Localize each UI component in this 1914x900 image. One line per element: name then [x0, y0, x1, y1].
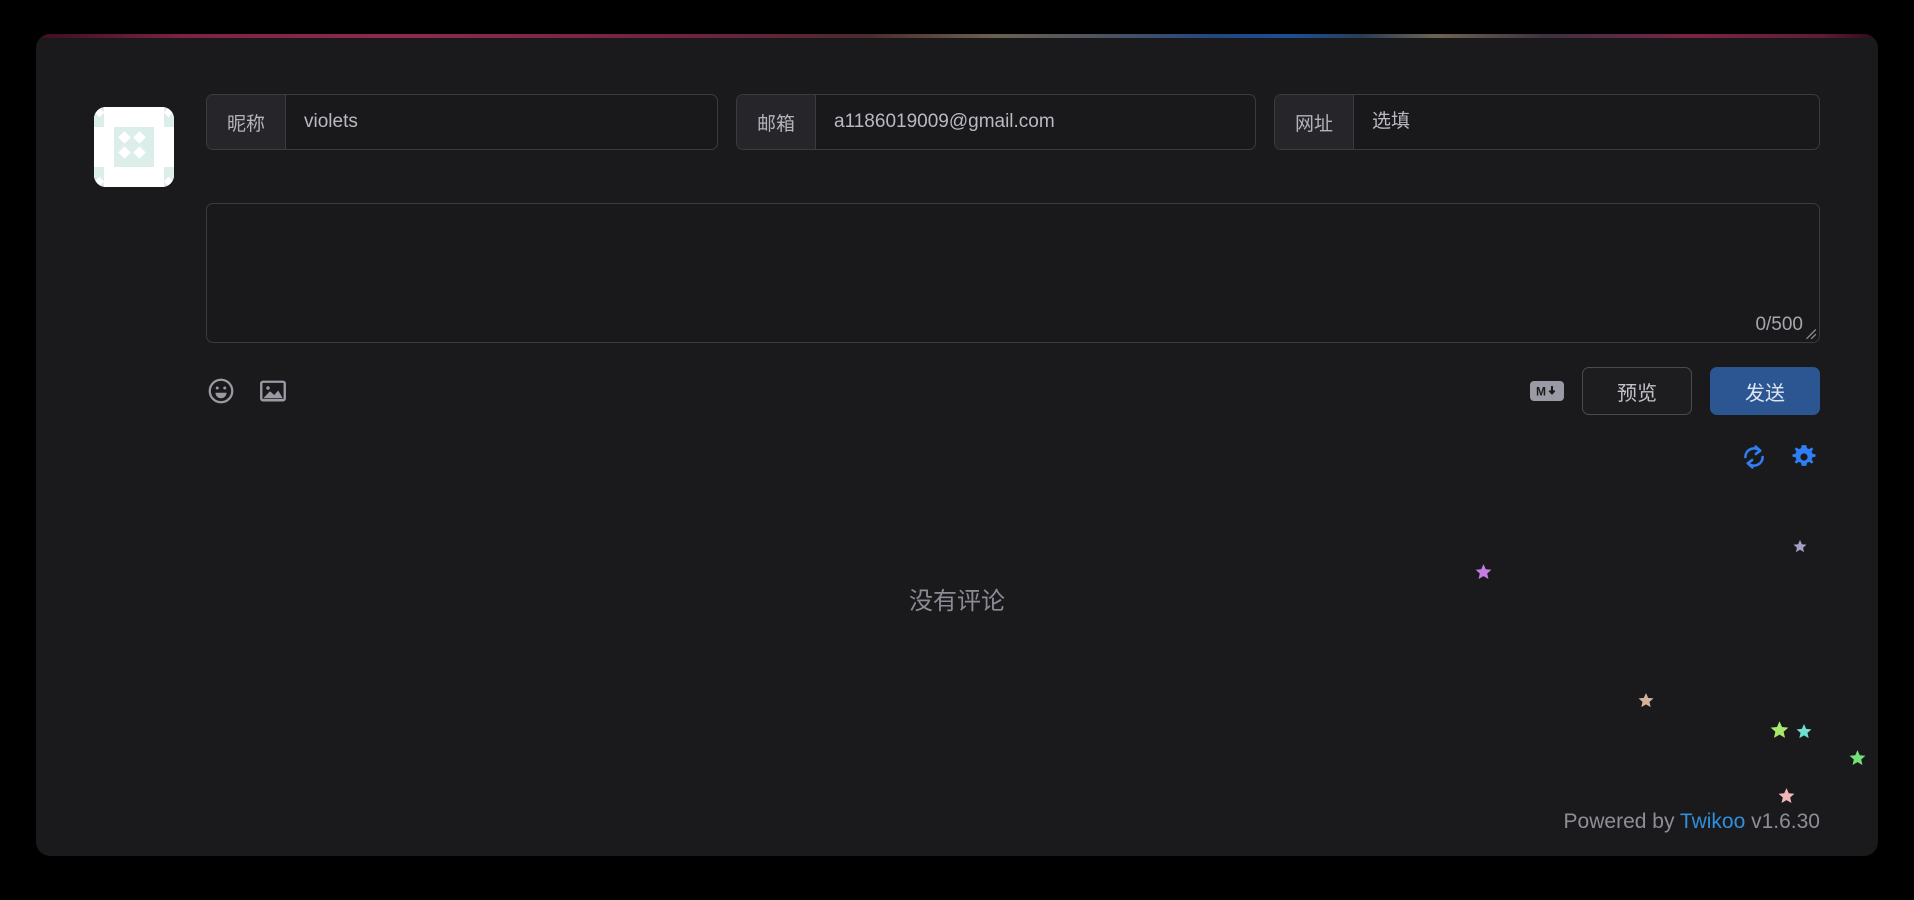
gear-icon	[1792, 445, 1816, 466]
footer-prefix: Powered by	[1563, 810, 1680, 833]
smiley-icon-button[interactable]	[206, 376, 236, 406]
comment-textarea[interactable]	[207, 204, 1819, 342]
smiley-icon	[208, 378, 234, 404]
submit-button[interactable]: 发送	[1710, 367, 1820, 415]
meta-fields: 昵称 邮箱 网址	[206, 94, 1820, 150]
image-icon	[260, 380, 286, 402]
settings-icon-button[interactable]	[1790, 443, 1818, 471]
url-field[interactable]: 网址	[1274, 94, 1820, 150]
url-label: 网址	[1275, 95, 1355, 149]
refresh-icon	[1744, 445, 1764, 469]
refresh-icon-button[interactable]	[1740, 443, 1768, 471]
footer-version: v1.6.30	[1745, 810, 1820, 833]
editor-toolbar: M 预览 发送	[206, 367, 1820, 415]
twikoo-link[interactable]: Twikoo	[1680, 810, 1745, 833]
url-input[interactable]	[1354, 95, 1819, 149]
email-label: 邮箱	[737, 95, 817, 149]
nickname-input[interactable]	[286, 95, 717, 149]
toolbar-left-group	[206, 376, 288, 406]
avatar	[94, 107, 174, 187]
markdown-icon: M	[1536, 385, 1556, 399]
svg-text:M: M	[1536, 385, 1546, 399]
twikoo-comment-panel: 昵称 邮箱 网址 0/500	[36, 34, 1878, 856]
nickname-field[interactable]: 昵称	[206, 94, 718, 150]
image-icon-button[interactable]	[258, 376, 288, 406]
email-input[interactable]	[816, 95, 1255, 149]
toolbar-right-group: M 预览 发送	[1530, 367, 1820, 415]
comment-textarea-wrapper[interactable]: 0/500	[206, 203, 1820, 343]
markdown-badge: M	[1530, 381, 1564, 401]
comment-form-header: 昵称 邮箱 网址	[94, 94, 1820, 187]
empty-comments-message: 没有评论	[909, 588, 1005, 615]
nickname-label: 昵称	[207, 95, 287, 149]
identicon-svg	[94, 107, 174, 187]
comment-actions	[94, 443, 1820, 471]
preview-button[interactable]: 预览	[1582, 367, 1692, 415]
footer-powered-by: Powered by Twikoo v1.6.30	[1564, 810, 1820, 834]
email-field[interactable]: 邮箱	[736, 94, 1256, 150]
